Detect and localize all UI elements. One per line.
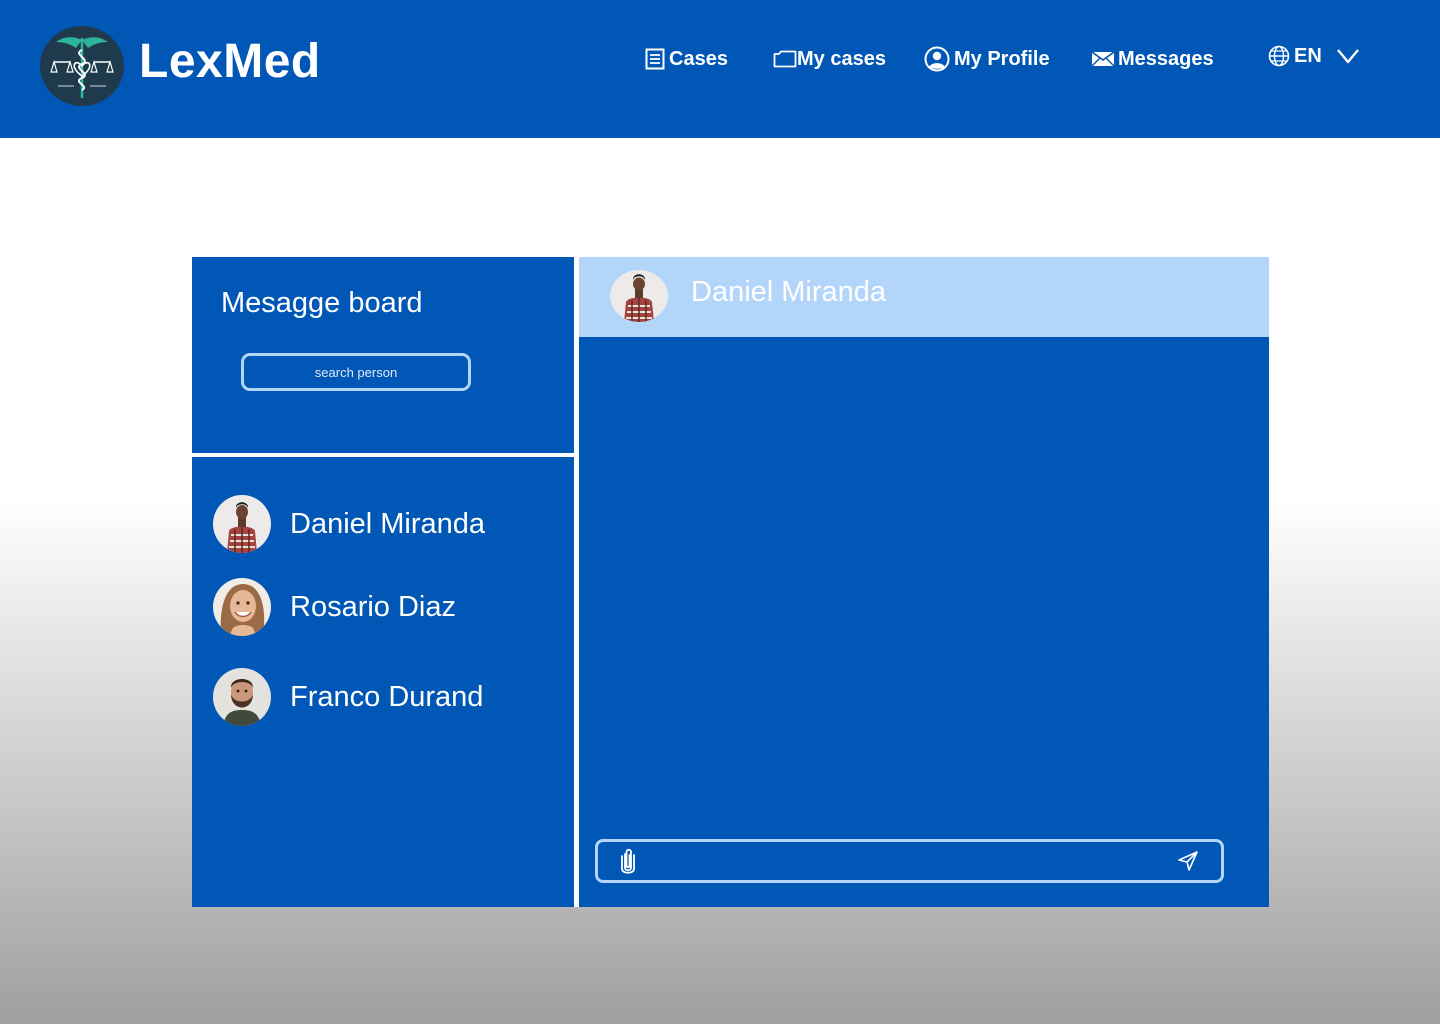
contact-name: Rosario Diaz [290,590,456,623]
search-person-input[interactable] [241,353,471,391]
nav-my-profile[interactable]: My Profile [924,45,1050,73]
nav-cases-label: Cases [669,47,728,70]
active-contact-avatar[interactable] [610,270,668,322]
nav-my-profile-label: My Profile [954,47,1050,70]
nav-my-cases[interactable]: My cases [773,45,886,73]
avatar [213,495,271,553]
contact-name: Daniel Miranda [290,507,486,540]
contact-item-rosario-diaz[interactable]: Rosario Diaz [213,578,553,636]
send-icon[interactable] [1177,850,1199,877]
nav-messages-label: Messages [1118,47,1214,70]
globe-icon [1268,45,1290,67]
message-composer[interactable] [595,839,1224,883]
user-circle-icon [924,46,950,72]
lexmed-logo[interactable] [40,26,124,106]
language-label: EN [1294,44,1322,67]
chat-header: Daniel Miranda [579,257,1269,337]
message-board-panel: Mesagge board Daniel Miranda [192,257,574,907]
active-contact-name: Daniel Miranda [691,276,887,308]
message-board-title: Mesagge board [221,287,423,319]
avatar [213,578,271,636]
paperclip-icon[interactable] [620,848,636,879]
avatar [213,668,271,726]
brand-name: LexMed [139,35,321,88]
envelope-icon [1092,51,1114,67]
nav-my-cases-label: My cases [797,47,886,70]
contact-item-franco-durand[interactable]: Franco Durand [213,668,553,726]
language-selector[interactable]: EN [1268,42,1360,70]
nav-messages[interactable]: Messages [1092,45,1214,73]
folder-icon [773,50,797,68]
chevron-down-icon[interactable] [1336,48,1360,64]
contact-name: Franco Durand [290,680,484,713]
document-list-icon [645,48,665,70]
top-navbar: LexMed Cases My cases My Profile Message… [0,0,1440,138]
panel-divider [192,453,574,457]
chat-panel: Daniel Miranda [579,257,1269,907]
contact-item-daniel-miranda[interactable]: Daniel Miranda [213,495,553,553]
nav-cases[interactable]: Cases [645,45,728,73]
